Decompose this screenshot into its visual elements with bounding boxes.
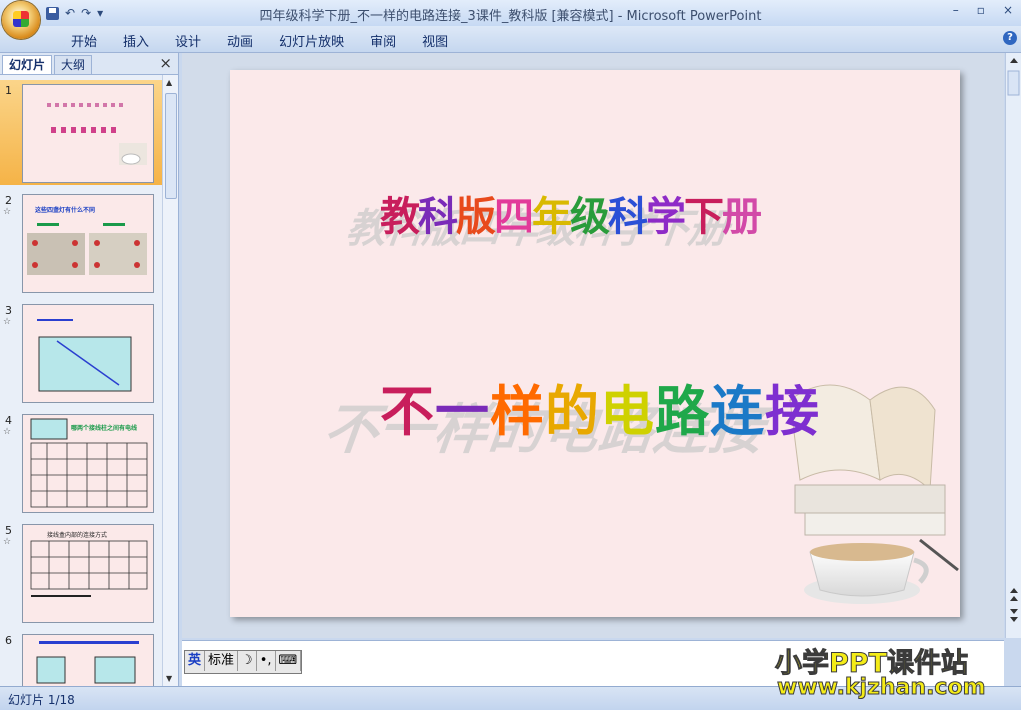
title-char: 连 [710,380,764,443]
ime-toolbar: 英 标准 ☽ •, ⌨ [184,650,303,674]
scroll-down-icon[interactable]: ▼ [166,674,172,683]
ribbon-tabs: 开始 插入 设计 动画 幻灯片放映 审阅 视图 [58,31,461,50]
title-char: 教 [380,194,420,240]
slide-counter: 幻灯片 1/18 [8,693,75,707]
title-char: 册 [722,194,762,240]
title-char: 接 [765,380,819,443]
title-char: 不 [380,380,434,443]
slide-thumbnail-4[interactable]: 4 ☆ 哪两个接线柱之间有电线 [0,410,162,515]
animation-star-icon: ☆ [3,317,12,327]
thumbnail-number: 6 [5,634,12,647]
close-window-button[interactable]: × [1003,3,1013,17]
title-char: 的 [545,380,599,443]
slide-title-line-2: 不一样的电路连接 [380,380,819,443]
animation-star-icon: ☆ [3,427,12,437]
title-char: 四 [494,194,534,240]
thumbnail-4-title: 哪两个接线柱之间有电线 [71,425,138,432]
thumbnail-5-title: 接线盒内部的连接方式 [47,532,108,539]
tab-design[interactable]: 设计 [162,31,214,50]
thumbnail-image: 哪两个接线柱之间有电线 [22,414,154,513]
thumbnail-number: 4 [5,414,12,427]
tab-insert[interactable]: 插入 [110,31,162,50]
title-bar: ↶ ↷ ▾ 四年级科学下册_不一样的电路连接_3课件_教科版 [兼容模式] - … [0,0,1021,26]
tab-animations[interactable]: 动画 [214,31,266,50]
panel-close-icon[interactable]: × [159,54,172,72]
thumbnail-list: 1 2 ☆ 这些四盏灯有什么不同 3 ☆ 4 ☆ 哪两个接线柱之间有电线 5 ☆… [0,75,162,686]
slide-editor: 教科版四年级科学下册 不一样的电路连接 教科版四年级科学下册 不一样的电路连接 [182,53,1004,638]
ime-keyboard-icon[interactable]: ⌨ [276,651,302,671]
tab-review[interactable]: 审阅 [357,31,409,50]
tab-slideshow[interactable]: 幻灯片放映 [266,31,357,50]
thumbnail-number: 3 [5,304,12,317]
thumbnail-1-art [47,103,147,165]
panel-tabs: 幻灯片 大纲 × [0,53,178,75]
office-button[interactable] [2,1,40,39]
title-char: 科 [608,194,648,240]
ime-punct-icon[interactable]: •, [257,651,276,671]
thumbnail-6-art [36,641,139,684]
title-char: 学 [646,194,686,240]
title-char: 一 [435,380,489,443]
thumbnail-number: 2 [5,194,12,207]
thumbnail-image: 这些四盏灯有什么不同 [22,194,154,293]
slides-panel: 幻灯片 大纲 × 1 2 ☆ 这些四盏灯有什么不同 3 ☆ 4 ☆ 哪两个接线柱… [0,53,179,686]
ime-mode-button[interactable]: 标准 [205,651,239,671]
thumbnail-number: 5 [5,524,12,537]
tab-outline[interactable]: 大纲 [54,55,93,74]
scroll-thumb[interactable] [165,93,177,199]
thumbnail-image [22,634,154,686]
slide-title-line-1: 教科版四年级科学下册 [380,194,762,240]
slide-thumbnail-1[interactable]: 1 [0,80,162,185]
slide-thumbnail-6[interactable]: 6 [0,630,162,686]
tab-home[interactable]: 开始 [58,31,110,50]
restore-button[interactable]: ▫ [977,3,985,17]
thumbnail-image [22,84,154,183]
title-char: 下 [684,194,724,240]
editor-scrollbar[interactable] [1005,53,1021,638]
animation-star-icon: ☆ [3,207,12,217]
ime-moon-icon[interactable]: ☽ [238,651,257,671]
tab-view[interactable]: 视图 [409,31,461,50]
thumbnail-image [22,304,154,403]
thumbnail-scrollbar[interactable]: ▲ ▼ [162,75,178,686]
thumbnail-3-art [37,319,132,392]
title-char: 路 [655,380,710,443]
slide-thumbnail-2[interactable]: 2 ☆ 这些四盏灯有什么不同 [0,190,162,295]
watermark-line-2: www.kjzhan.com [777,675,987,701]
site-watermark: 小学PPT课件站 www.kjzhan.com [775,641,997,703]
scroll-up-icon[interactable]: ▲ [166,78,172,87]
office-logo-icon [13,11,29,27]
title-char: 样 [490,380,544,443]
animation-star-icon: ☆ [3,537,12,547]
window-title: 四年级科学下册_不一样的电路连接_3课件_教科版 [兼容模式] - Micros… [259,9,762,24]
title-char: 级 [570,194,610,240]
thumbnail-2-title: 这些四盏灯有什么不同 [35,207,96,214]
minimize-button[interactable]: – [953,3,959,17]
title-char: 年 [532,194,572,240]
ribbon: 开始 插入 设计 动画 幻灯片放映 审阅 视图 ? [0,26,1021,53]
tab-slides[interactable]: 幻灯片 [2,55,53,74]
slide-canvas: 教科版四年级科学下册 不一样的电路连接 教科版四年级科学下册 不一样的电路连接 [317,194,959,604]
thumbnail-image: 接线盒内部的连接方式 [22,524,154,623]
title-char: 科 [418,194,458,240]
editor-scrollbar-art [1007,58,1020,622]
title-char: 电 [600,380,654,443]
help-icon[interactable]: ? [1003,31,1017,45]
current-slide[interactable]: 教科版四年级科学下册 不一样的电路连接 教科版四年级科学下册 不一样的电路连接 [230,70,960,617]
slide-thumbnail-3[interactable]: 3 ☆ [0,300,162,405]
window-controls: – ▫ × [953,3,1013,17]
thumbnail-number: 1 [5,84,12,97]
title-char: 版 [456,194,496,240]
ime-logo-icon[interactable]: 英 [185,651,206,671]
thumbnail-5-art [30,540,148,597]
slide-thumbnail-5[interactable]: 5 ☆ 接线盒内部的连接方式 [0,520,162,625]
